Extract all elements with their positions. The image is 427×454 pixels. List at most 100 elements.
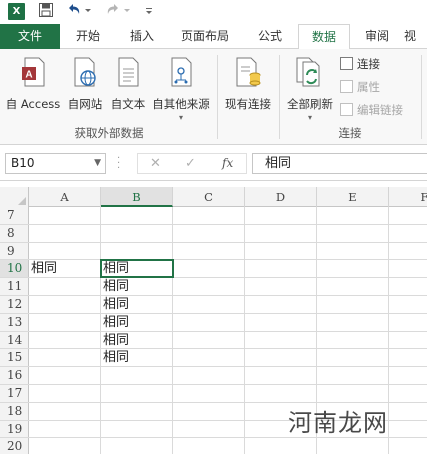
grid-cell-c12[interactable] [173, 296, 245, 313]
connections-button[interactable]: 连接 [340, 55, 380, 73]
grid-cell-f17[interactable] [389, 385, 427, 402]
existing-connections-button[interactable]: 现有连接 [221, 57, 275, 112]
tab-data[interactable]: 数据 [298, 24, 350, 50]
grid-cell-a10[interactable]: 相同 [29, 260, 101, 278]
grid-cell-a12[interactable] [29, 296, 101, 313]
column-header-d[interactable]: D [245, 187, 317, 207]
grid-cell-c18[interactable] [173, 402, 245, 420]
from-text-button[interactable]: 自文本 [108, 57, 148, 112]
grid-cell-e11[interactable] [317, 278, 389, 295]
grid-cell-b13[interactable]: 相同 [101, 313, 173, 331]
tab-file[interactable]: 文件 [0, 24, 60, 49]
row-header[interactable]: 13 [0, 313, 29, 331]
grid-cell-d10[interactable] [245, 260, 317, 278]
cancel-icon[interactable]: ✕ [150, 154, 161, 173]
grid-cell-e12[interactable] [317, 296, 389, 313]
grid-cell-c11[interactable] [173, 278, 245, 295]
grid-cell-b19[interactable] [101, 420, 173, 438]
from-access-button[interactable]: A 自 Access [4, 57, 62, 112]
grid-cell-f8[interactable] [389, 225, 427, 242]
grid-cell-c19[interactable] [173, 420, 245, 438]
grid-cell-d17[interactable] [245, 385, 317, 402]
row-header[interactable]: 8 [0, 224, 29, 242]
grid-cell-d14[interactable] [245, 331, 317, 349]
grid-cell-f15[interactable] [389, 349, 427, 366]
grid-cell-d15[interactable] [245, 349, 317, 367]
row-header[interactable]: 15 [0, 349, 29, 367]
grid-cell-c17[interactable] [173, 385, 245, 402]
grid-cell-a19[interactable] [29, 420, 101, 438]
chevron-down-icon[interactable]: ▼ [94, 154, 101, 173]
from-other-sources-button[interactable]: 自其他来源 ▾ [150, 57, 212, 122]
name-box[interactable]: B10 ▼ [5, 153, 106, 174]
grid-cell-a7[interactable] [29, 207, 101, 224]
grid-cell-f19[interactable] [389, 421, 427, 438]
grid-cell-c14[interactable] [173, 331, 245, 349]
grid-cell-c16[interactable] [173, 367, 245, 384]
grid-cell-e20[interactable] [317, 438, 389, 454]
properties-button[interactable]: 属性 [340, 78, 380, 96]
row-header[interactable]: 16 [0, 367, 29, 384]
grid-cell-f13[interactable] [389, 314, 427, 331]
grid-cell-b20[interactable] [101, 438, 173, 454]
grid-cell-c10[interactable] [173, 260, 245, 278]
from-web-button[interactable]: 自网站 [64, 57, 106, 112]
row-header[interactable]: 17 [0, 385, 29, 402]
grid-cell-d9[interactable] [245, 242, 317, 260]
row-header[interactable]: 11 [0, 278, 29, 295]
grid-cell-a17[interactable] [29, 385, 101, 402]
grid-cell-c9[interactable] [173, 242, 245, 260]
select-all-button[interactable] [0, 187, 29, 207]
refresh-all-button[interactable]: 全部刷新 ▾ [283, 57, 337, 122]
tab-home[interactable]: 开始 [64, 24, 112, 49]
grid-cell-c13[interactable] [173, 313, 245, 331]
grid-cell-d7[interactable] [245, 207, 317, 224]
row-header[interactable]: 14 [0, 331, 29, 349]
redo-icon[interactable] [105, 2, 123, 22]
grid-cell-f9[interactable] [389, 243, 427, 260]
column-header-c[interactable]: C [173, 187, 245, 207]
grid-cell-e10[interactable] [317, 260, 389, 278]
grid-cell-c15[interactable] [173, 349, 245, 367]
row-header[interactable]: 9 [0, 242, 29, 260]
grid-cell-b15[interactable]: 相同 [101, 349, 173, 367]
grid-cell-a11[interactable] [29, 278, 101, 295]
grid-cell-d13[interactable] [245, 313, 317, 331]
column-header-e[interactable]: E [317, 187, 389, 207]
tab-insert[interactable]: 插入 [118, 24, 166, 49]
insert-function-icon[interactable]: fx [222, 154, 233, 173]
grid-cell-e8[interactable] [317, 224, 389, 242]
grid-cell-a9[interactable] [29, 242, 101, 260]
grid-cell-f14[interactable] [389, 332, 427, 349]
grid-cell-e7[interactable] [317, 207, 389, 224]
tab-view[interactable]: 视 [404, 24, 427, 49]
grid-cell-e15[interactable] [317, 349, 389, 367]
grid-cell-d20[interactable] [245, 438, 317, 454]
tab-review[interactable]: 审阅 [354, 24, 400, 49]
grid-cell-f16[interactable] [389, 367, 427, 384]
grid-cell-f20[interactable] [389, 438, 427, 454]
column-header-a[interactable]: A [29, 187, 101, 207]
undo-icon[interactable] [66, 2, 84, 22]
tab-formulas[interactable]: 公式 [246, 24, 294, 49]
row-header[interactable]: 18 [0, 402, 29, 420]
row-header[interactable]: 10 [0, 260, 29, 278]
formula-input[interactable]: 相同 [252, 153, 427, 174]
grid-cell-b11[interactable]: 相同 [101, 278, 173, 295]
grid-cell-a18[interactable] [29, 402, 101, 420]
row-header[interactable]: 20 [0, 438, 29, 454]
grid-cell-e16[interactable] [317, 367, 389, 384]
column-header-f[interactable]: F [389, 187, 427, 207]
grid-cell-d11[interactable] [245, 278, 317, 295]
grid-cell-b12[interactable]: 相同 [101, 296, 173, 313]
grid-cell-f18[interactable] [389, 403, 427, 420]
grid-cell-b10[interactable]: 相同 [100, 259, 174, 279]
grid-cell-e14[interactable] [317, 331, 389, 349]
tab-page-layout[interactable]: 页面布局 [172, 24, 238, 49]
save-icon[interactable] [38, 2, 56, 22]
row-header[interactable]: 19 [0, 420, 29, 438]
grid-cell-b17[interactable] [101, 385, 173, 402]
grid-cell-a20[interactable] [29, 438, 101, 454]
grid-cell-e13[interactable] [317, 313, 389, 331]
grid-cell-c8[interactable] [173, 224, 245, 242]
